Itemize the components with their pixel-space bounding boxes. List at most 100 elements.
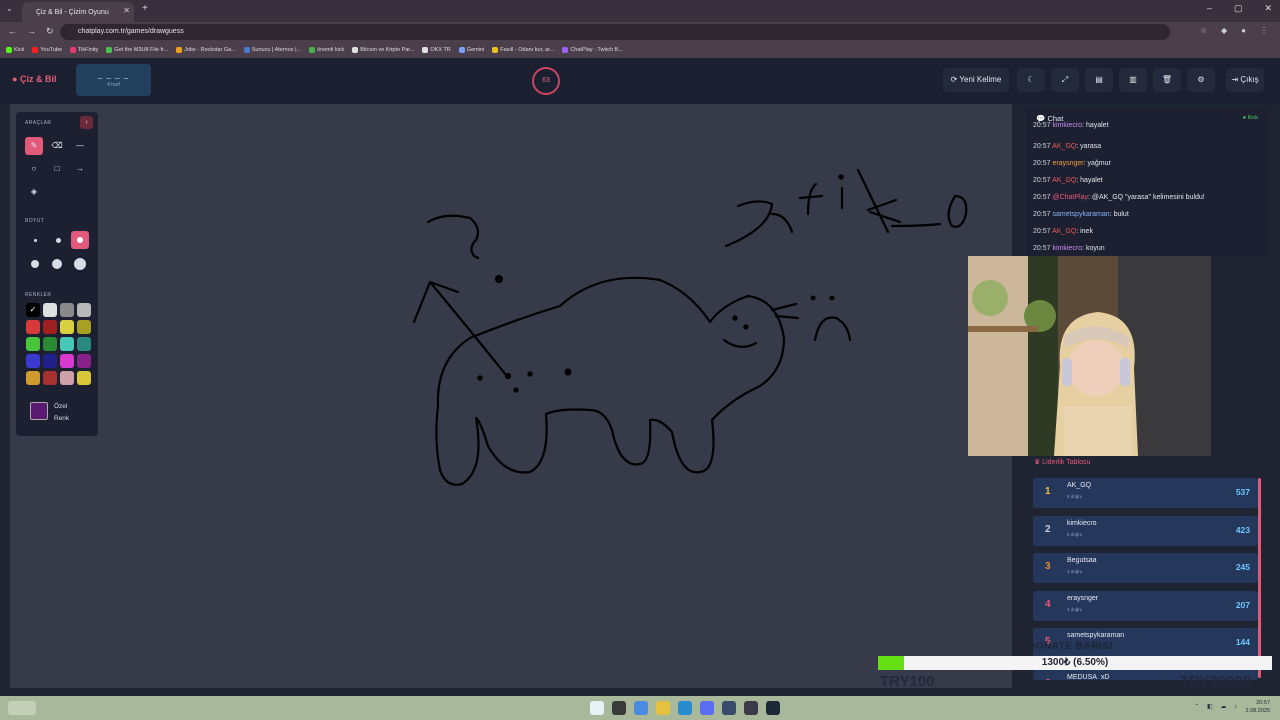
steam-icon[interactable]: [766, 701, 780, 715]
back-icon[interactable]: ←: [8, 26, 17, 37]
line-tool[interactable]: —: [71, 137, 89, 155]
refresh-icon: ⟳: [950, 75, 958, 84]
color-swatch[interactable]: [77, 337, 91, 351]
rectangle-tool[interactable]: □: [48, 160, 66, 178]
bookmark-item[interactable]: önemli kick: [309, 47, 344, 53]
browser-tab[interactable]: Çiz & Bil - Çizim Oyunu ✕: [22, 2, 134, 22]
pen-tool[interactable]: ✎: [25, 137, 43, 155]
maximize-icon[interactable]: ▢: [1234, 3, 1243, 14]
leaderboard-scrollbar[interactable]: [1258, 478, 1261, 678]
bookmark-item[interactable]: Get the M3U8 File fr...: [106, 47, 168, 53]
new-word-button[interactable]: ⟳ Yeni Kelime: [943, 68, 1009, 92]
bookmark-item[interactable]: YouTube: [32, 47, 62, 53]
chat-time: 20:57: [1033, 211, 1051, 218]
drawing-canvas[interactable]: [10, 104, 1012, 688]
chat-username[interactable]: kimkiecro: [1052, 245, 1082, 252]
color-swatch[interactable]: [43, 354, 57, 368]
bookmark-item[interactable]: Kick: [6, 47, 24, 53]
bookmark-item[interactable]: Sunucu | Aternos |...: [243, 47, 301, 53]
size-xl[interactable]: [52, 259, 62, 269]
color-swatch[interactable]: [43, 371, 57, 385]
color-swatch[interactable]: [60, 337, 74, 351]
size-m-selected[interactable]: [71, 231, 89, 249]
color-swatch[interactable]: [77, 320, 91, 334]
chat-username[interactable]: sametspykaraman: [1052, 211, 1109, 218]
bookmark-item[interactable]: TikFinity: [70, 47, 98, 53]
color-swatch[interactable]: [77, 354, 91, 368]
color-swatch[interactable]: [43, 320, 57, 334]
color-swatch[interactable]: [43, 337, 57, 351]
bookmark-label: Fasıll - Odanı kur, ar...: [500, 47, 555, 53]
size-xxl[interactable]: [74, 258, 86, 270]
new-tab-icon[interactable]: +: [142, 3, 148, 14]
color-swatch[interactable]: ✓: [26, 303, 40, 317]
color-swatch[interactable]: [60, 354, 74, 368]
custom-color-label-line2: Renk: [54, 415, 70, 422]
circle-tool[interactable]: ○: [25, 160, 43, 178]
close-window-icon[interactable]: ✕: [1264, 3, 1272, 14]
bookmark-item[interactable]: Fasıll - Odanı kur, ar...: [492, 47, 554, 53]
chat-username[interactable]: AK_GQ: [1052, 143, 1076, 150]
obs-icon[interactable]: [744, 701, 758, 715]
custom-color-button[interactable]: [30, 402, 48, 420]
logout-button[interactable]: ⇥ Çıkış: [1226, 68, 1264, 92]
reload-icon[interactable]: ↻: [46, 26, 54, 37]
bookmark-item[interactable]: Bitcoin ve Kripto Par...: [352, 47, 414, 53]
minimize-icon[interactable]: –: [1207, 3, 1212, 14]
bookmark-label: Kick: [14, 47, 25, 53]
color-swatch[interactable]: [26, 371, 40, 385]
menu-icon[interactable]: ⋮: [1260, 26, 1268, 35]
fill-tool[interactable]: ◈: [25, 183, 43, 201]
clear-canvas-button[interactable]: ▥: [1119, 68, 1147, 92]
star-icon[interactable]: ☆: [1200, 26, 1207, 35]
stroke-word-1: [724, 200, 774, 248]
bookmark-item[interactable]: ChatPlay - Twitch B...: [562, 47, 623, 53]
size-xs[interactable]: [34, 239, 37, 242]
color-swatch[interactable]: [43, 303, 57, 317]
keyboard-button[interactable]: ▤: [1085, 68, 1113, 92]
chat-username[interactable]: kimkiecro: [1052, 122, 1082, 129]
edge-icon[interactable]: [678, 701, 692, 715]
chat-username[interactable]: eraysnger: [1052, 160, 1083, 167]
settings-app-icon[interactable]: [722, 701, 736, 715]
color-swatch[interactable]: [26, 354, 40, 368]
arrow-tool[interactable]: →: [71, 160, 89, 178]
color-swatch[interactable]: [60, 320, 74, 334]
tab-list-icon[interactable]: ⌄: [6, 4, 13, 13]
url-field[interactable]: chatplay.com.tr/games/drawguess: [60, 24, 1170, 40]
color-swatch[interactable]: [60, 303, 74, 317]
bookmark-item[interactable]: Gemini: [458, 47, 484, 53]
discord-icon[interactable]: [700, 701, 714, 715]
app-logo[interactable]: ● Çiz & Bil: [12, 74, 56, 84]
chat-username[interactable]: AK_GQ: [1052, 177, 1076, 184]
bookmark-item[interactable]: OKX TR: [422, 47, 451, 53]
profile-icon[interactable]: ●: [1241, 26, 1246, 35]
settings-button[interactable]: ⚙: [1187, 68, 1215, 92]
fullscreen-button[interactable]: ⤢: [1051, 68, 1079, 92]
color-swatch[interactable]: [60, 371, 74, 385]
system-tray[interactable]: ⌃ ◧ ☁ ♪: [1194, 703, 1240, 710]
arrow-right-icon: →: [76, 164, 84, 173]
folder-icon[interactable]: [656, 701, 670, 715]
chat-username[interactable]: @ChatPlay: [1052, 194, 1088, 201]
dark-mode-button[interactable]: ☾: [1017, 68, 1045, 92]
weather-widget[interactable]: [8, 701, 36, 715]
clock[interactable]: 20:57 2.08.2025: [1246, 699, 1270, 715]
collapse-panel-button[interactable]: ‹: [80, 116, 93, 129]
start-icon[interactable]: [590, 701, 604, 715]
chrome-icon[interactable]: [634, 701, 648, 715]
color-swatch[interactable]: [26, 320, 40, 334]
close-tab-icon[interactable]: ✕: [123, 6, 130, 15]
eraser-tool[interactable]: ⌫: [48, 137, 66, 155]
color-swatch[interactable]: [77, 303, 91, 317]
size-s[interactable]: [56, 238, 61, 243]
search-icon[interactable]: [612, 701, 626, 715]
color-swatch[interactable]: [26, 337, 40, 351]
size-l[interactable]: [31, 260, 39, 268]
chat-username[interactable]: AK_GQ: [1052, 228, 1076, 235]
delete-button[interactable]: 🗑: [1153, 68, 1181, 92]
forward-icon[interactable]: →: [27, 26, 36, 37]
color-swatch[interactable]: [77, 371, 91, 385]
extension-icon[interactable]: ◆: [1221, 26, 1227, 35]
bookmark-item[interactable]: Jobs - Rockstar Ga...: [176, 47, 236, 53]
